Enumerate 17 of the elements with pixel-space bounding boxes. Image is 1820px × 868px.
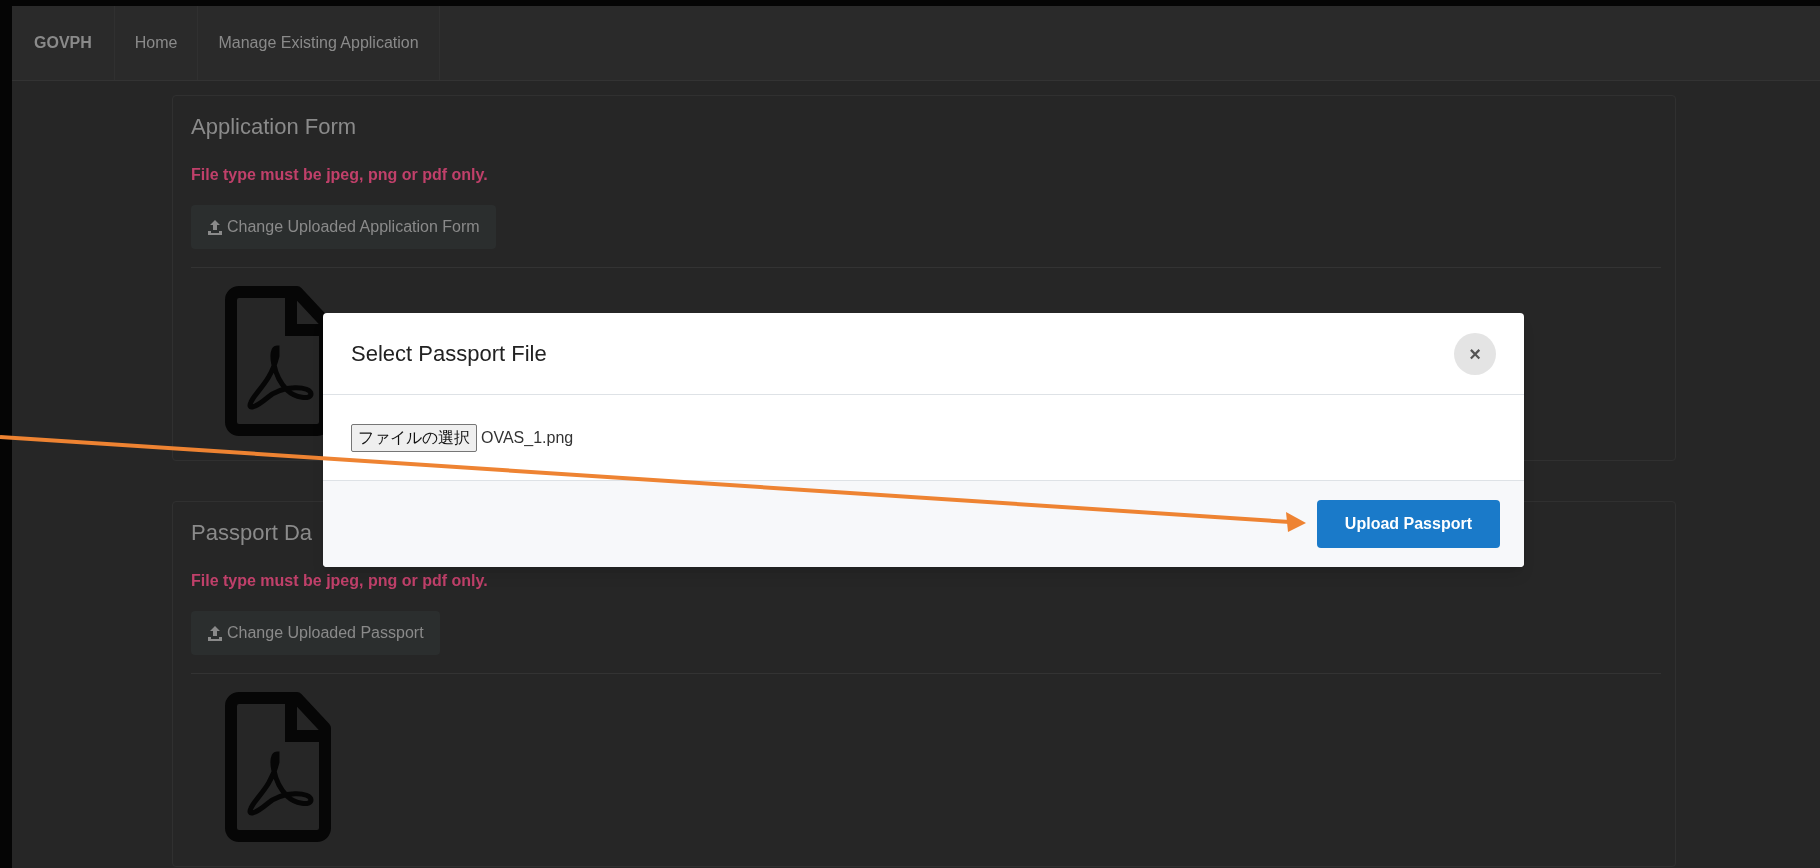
change-upload-button[interactable]: Change Uploaded Passport xyxy=(191,611,440,655)
file-choose-button[interactable]: ファイルの選択 xyxy=(351,423,477,452)
change-upload-button[interactable]: Change Uploaded Application Form xyxy=(191,205,496,249)
file-name: OVAS_1.png xyxy=(481,427,574,448)
nav-link[interactable]: Home xyxy=(114,6,199,80)
file-type-note: File type must be jpeg, png or pdf only. xyxy=(191,165,489,185)
upload-passport-button[interactable]: Upload Passport xyxy=(1316,500,1500,548)
upload-icon xyxy=(207,624,223,642)
modal-title: Select Passport File xyxy=(351,340,547,368)
card-title: Passport Da xyxy=(191,519,313,547)
upload-icon xyxy=(207,218,223,236)
card-title: Application Form xyxy=(191,113,357,141)
close-button[interactable]: × xyxy=(1454,332,1496,375)
nav-link[interactable]: Manage Existing Application xyxy=(198,6,440,80)
brand-link[interactable]: GOVPH xyxy=(12,6,115,80)
pdf-file-icon xyxy=(225,692,331,842)
file-type-note: File type must be jpeg, png or pdf only. xyxy=(191,571,489,591)
